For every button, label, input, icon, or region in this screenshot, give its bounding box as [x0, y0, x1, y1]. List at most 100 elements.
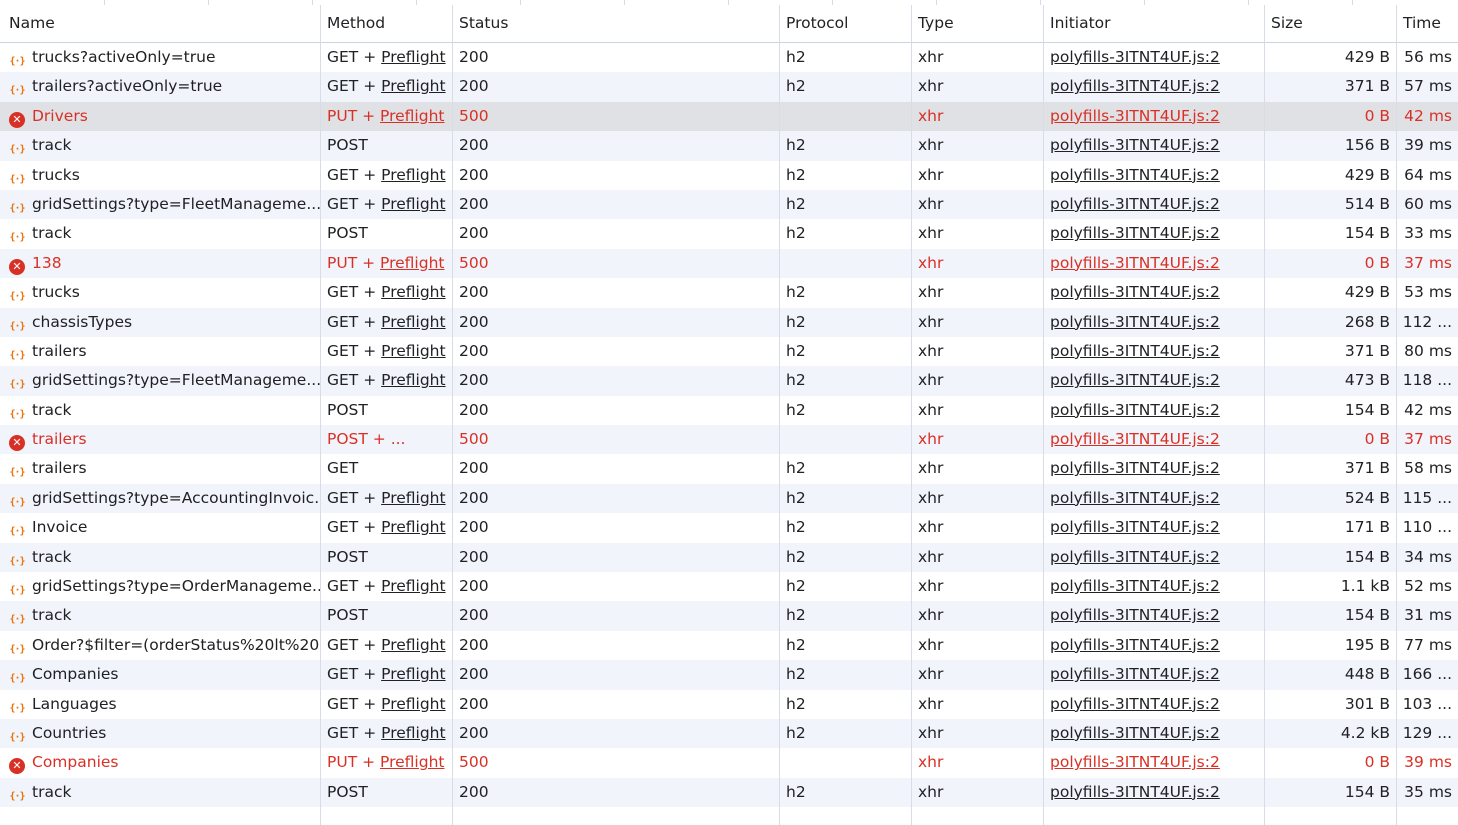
table-row[interactable]: {·} trailers GET + Preflight 200 h2 xhr polyfi… — [0, 337, 1458, 366]
initiator-link[interactable]: polyfills-3ITNT4UF.js:2 — [1050, 636, 1220, 654]
table-row[interactable]: {·} Order?$filter=(orderStatus%20lt%20...… — [0, 631, 1458, 660]
request-name-cell[interactable]: {·} trucks?activeOnly=true — [0, 43, 320, 72]
preflight-link[interactable]: Preflight — [381, 313, 445, 331]
column-divider[interactable] — [1264, 5, 1265, 825]
initiator-link[interactable]: polyfills-3ITNT4UF.js:2 — [1050, 107, 1220, 125]
column-header-type[interactable]: Type — [911, 5, 1043, 42]
request-name-cell[interactable]: ✕ trailers — [0, 425, 320, 454]
preflight-link[interactable]: Preflight — [381, 577, 445, 595]
initiator-link[interactable]: polyfills-3ITNT4UF.js:2 — [1050, 783, 1220, 801]
table-row[interactable]: {·} Languages GET + Preflight 200 h2 xhr polyf… — [0, 690, 1458, 719]
table-row[interactable]: {·} chassisTypes GET + Preflight 200 h2 xhr po… — [0, 307, 1458, 337]
initiator-link[interactable]: polyfills-3ITNT4UF.js:2 — [1050, 77, 1220, 95]
initiator-link[interactable]: polyfills-3ITNT4UF.js:2 — [1050, 371, 1220, 389]
request-name-cell[interactable]: {·} Order?$filter=(orderStatus%20lt%20... — [0, 631, 320, 660]
table-row[interactable]: {·} Companies GET + Preflight 200 h2 xhr polyf… — [0, 660, 1458, 690]
preflight-link[interactable]: Preflight — [380, 753, 444, 771]
initiator-link[interactable]: polyfills-3ITNT4UF.js:2 — [1050, 459, 1220, 477]
preflight-link[interactable]: Preflight — [381, 518, 445, 536]
column-header-time[interactable]: Time — [1396, 5, 1458, 42]
request-name-cell[interactable]: {·} trailers — [0, 337, 320, 366]
request-name-cell[interactable]: {·} track — [0, 396, 320, 425]
request-name-cell[interactable]: {·} trailers?activeOnly=true — [0, 72, 320, 101]
request-name-cell[interactable]: {·} gridSettings?type=FleetManageme... — [0, 190, 320, 219]
preflight-link[interactable]: Preflight — [381, 342, 445, 360]
table-row[interactable]: ✕ Companies PUT + Preflight 500 xhr polyfills… — [0, 748, 1458, 777]
initiator-link[interactable]: polyfills-3ITNT4UF.js:2 — [1050, 195, 1220, 213]
initiator-link[interactable]: polyfills-3ITNT4UF.js:2 — [1050, 606, 1220, 624]
preflight-link[interactable]: Preflight — [381, 489, 445, 507]
column-header-initiator[interactable]: Initiator — [1043, 5, 1264, 42]
table-row[interactable]: {·} track POST 200 h2 xhr polyfills-3ITNT4UF.j… — [0, 396, 1458, 425]
initiator-link[interactable]: polyfills-3ITNT4UF.js:2 — [1050, 342, 1220, 360]
column-header-size[interactable]: Size — [1264, 5, 1396, 42]
column-divider[interactable] — [452, 5, 453, 825]
preflight-link[interactable]: Preflight — [381, 665, 445, 683]
preflight-link[interactable]: Preflight — [381, 48, 445, 66]
column-divider[interactable] — [320, 5, 321, 825]
table-row[interactable]: ✕ trailers POST + ... 500 xhr polyfills-3ITNT… — [0, 425, 1458, 455]
request-name-cell[interactable]: ✕ Companies — [0, 748, 320, 777]
request-name-cell[interactable]: {·} track — [0, 219, 320, 248]
preflight-link[interactable]: Preflight — [381, 371, 445, 389]
request-name-cell[interactable]: {·} gridSettings?type=OrderManageme... — [0, 572, 320, 601]
preflight-link[interactable]: Preflight — [381, 695, 445, 713]
table-row[interactable]: {·} trucks GET + Preflight 200 h2 xhr polyfill… — [0, 278, 1458, 307]
initiator-link[interactable]: polyfills-3ITNT4UF.js:2 — [1050, 753, 1220, 771]
initiator-link[interactable]: polyfills-3ITNT4UF.js:2 — [1050, 665, 1220, 683]
request-name-cell[interactable]: ✕ 138 — [0, 249, 320, 278]
preflight-link[interactable]: Preflight — [381, 283, 445, 301]
table-row[interactable]: ✕ Drivers PUT + Preflight 500 xhr polyfills-3… — [0, 101, 1458, 132]
request-name-cell[interactable]: {·} Companies — [0, 660, 320, 689]
initiator-link[interactable]: polyfills-3ITNT4UF.js:2 — [1050, 136, 1220, 154]
initiator-link[interactable]: polyfills-3ITNT4UF.js:2 — [1050, 254, 1220, 272]
initiator-link[interactable]: polyfills-3ITNT4UF.js:2 — [1050, 695, 1220, 713]
request-name-cell[interactable]: {·} Languages — [0, 690, 320, 719]
request-name-cell[interactable]: {·} trucks — [0, 278, 320, 307]
table-row[interactable]: {·} track POST 200 h2 xhr polyfills-3ITNT4UF.j… — [0, 131, 1458, 161]
preflight-link[interactable]: Preflight — [380, 107, 444, 125]
initiator-link[interactable]: polyfills-3ITNT4UF.js:2 — [1050, 283, 1220, 301]
table-row[interactable]: {·} trucks GET + Preflight 200 h2 xhr polyfill… — [0, 161, 1458, 190]
initiator-link[interactable]: polyfills-3ITNT4UF.js:2 — [1050, 724, 1220, 742]
initiator-link[interactable]: polyfills-3ITNT4UF.js:2 — [1050, 224, 1220, 242]
initiator-link[interactable]: polyfills-3ITNT4UF.js:2 — [1050, 48, 1220, 66]
table-row[interactable]: {·} gridSettings?type=AccountingInvoic...… — [0, 483, 1458, 514]
column-divider[interactable] — [1396, 5, 1397, 825]
initiator-link[interactable]: polyfills-3ITNT4UF.js:2 — [1050, 518, 1220, 536]
initiator-link[interactable]: polyfills-3ITNT4UF.js:2 — [1050, 430, 1220, 448]
table-row[interactable]: {·} Invoice GET + Preflight 200 h2 xhr polyfil… — [0, 513, 1458, 542]
preflight-link[interactable]: Preflight — [381, 195, 445, 213]
request-name-cell[interactable]: {·} track — [0, 778, 320, 807]
preflight-link[interactable]: Preflight — [381, 166, 445, 184]
request-name-cell[interactable]: {·} chassisTypes — [0, 308, 320, 337]
table-row[interactable]: {·} gridSettings?type=FleetManageme... GET… — [0, 366, 1458, 396]
request-name-cell[interactable]: {·} gridSettings?type=AccountingInvoic... — [0, 484, 320, 513]
preflight-link[interactable]: Preflight — [381, 77, 445, 95]
table-row[interactable]: ✕ 138 PUT + Preflight 500 xhr polyfills-3ITNT… — [0, 248, 1458, 279]
request-name-cell[interactable]: {·} track — [0, 543, 320, 572]
column-header-name[interactable]: Name — [0, 5, 320, 42]
preflight-link[interactable]: Preflight — [380, 254, 444, 272]
request-name-cell[interactable]: {·} trailers — [0, 454, 320, 483]
column-header-protocol[interactable]: Protocol — [779, 5, 911, 42]
table-row[interactable]: {·} trucks?activeOnly=true GET + Preflight… — [0, 43, 1458, 72]
column-divider[interactable] — [1043, 5, 1044, 825]
initiator-link[interactable]: polyfills-3ITNT4UF.js:2 — [1050, 166, 1220, 184]
initiator-link[interactable]: polyfills-3ITNT4UF.js:2 — [1050, 401, 1220, 419]
table-row[interactable]: {·} trailers?activeOnly=true GET + Preflig… — [0, 72, 1458, 102]
column-divider[interactable] — [911, 5, 912, 825]
table-row[interactable]: {·} track POST 200 h2 xhr polyfills-3ITNT4UF.j… — [0, 219, 1458, 248]
table-row[interactable]: {·} gridSettings?type=FleetManageme... GET… — [0, 189, 1458, 220]
initiator-link[interactable]: polyfills-3ITNT4UF.js:2 — [1050, 577, 1220, 595]
request-name-cell[interactable]: ✕ Drivers — [0, 102, 320, 131]
table-row[interactable]: {·} track POST 200 h2 xhr polyfills-3ITNT4UF.j… — [0, 601, 1458, 631]
request-name-cell[interactable]: {·} gridSettings?type=FleetManageme... — [0, 366, 320, 395]
column-header-method[interactable]: Method — [320, 5, 452, 42]
column-divider[interactable] — [779, 5, 780, 825]
request-name-cell[interactable]: {·} track — [0, 131, 320, 160]
request-name-cell[interactable]: {·} Invoice — [0, 513, 320, 542]
initiator-link[interactable]: polyfills-3ITNT4UF.js:2 — [1050, 548, 1220, 566]
table-row[interactable]: {·} trailers GET 200 h2 xhr polyfills-3ITNT4UF… — [0, 454, 1458, 483]
request-name-cell[interactable]: {·} trucks — [0, 161, 320, 190]
